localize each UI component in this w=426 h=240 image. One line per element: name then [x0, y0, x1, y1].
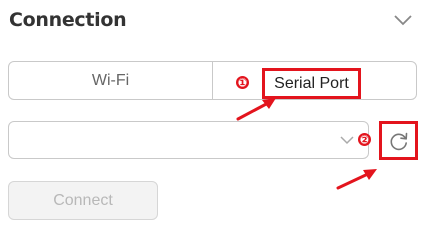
wifi-option[interactable]: Wi-Fi	[9, 62, 213, 99]
annotation-marker-2: ②	[358, 133, 371, 146]
connection-panel: Connection Wi-Fi Serial Port ① ② Connect	[0, 0, 426, 232]
annotation-marker-2-text: ②	[359, 132, 370, 147]
serial-port-option-highlight[interactable]: Serial Port	[262, 68, 361, 99]
annotation-marker-1-text: ①	[237, 75, 248, 90]
refresh-icon	[389, 132, 407, 150]
annotation-marker-1: ①	[236, 76, 249, 89]
connect-button-label: Connect	[53, 191, 113, 209]
panel-title: Connection	[9, 9, 127, 31]
refresh-button[interactable]	[379, 121, 418, 160]
wifi-option-label: Wi-Fi	[91, 71, 130, 89]
chevron-down-icon	[340, 136, 354, 145]
serial-port-option-label: Serial Port	[274, 74, 349, 92]
annotation-arrow-2	[336, 169, 377, 190]
port-select[interactable]	[8, 121, 369, 159]
chevron-down-icon[interactable]	[392, 12, 414, 28]
connect-button[interactable]: Connect	[8, 181, 158, 220]
